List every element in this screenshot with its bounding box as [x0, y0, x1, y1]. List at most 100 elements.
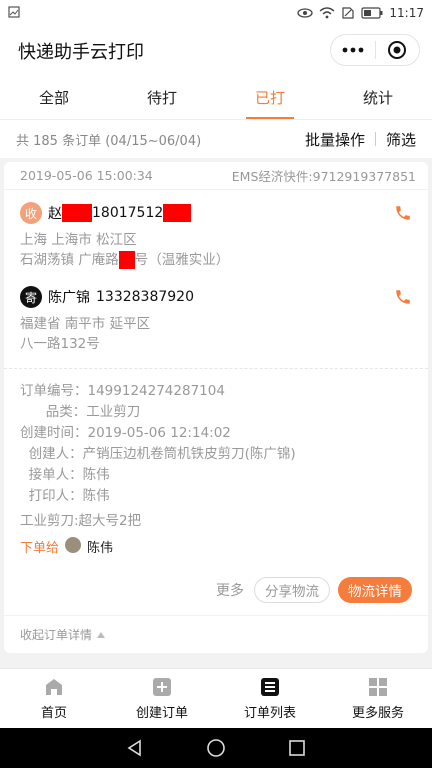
- sender-address-line1: 福建省 南平市 延平区: [20, 316, 151, 332]
- detail-row: 打印人： 陈伟: [20, 486, 412, 507]
- more-button[interactable]: 更多: [216, 580, 244, 600]
- receiver-phone: 18017512: [92, 205, 164, 221]
- tab-all[interactable]: 全部: [0, 76, 108, 119]
- detail-label: 订单编号：: [20, 383, 88, 399]
- sender-tag: 寄: [20, 286, 42, 308]
- app-title: 快递助手云打印: [18, 42, 144, 63]
- tab-pending[interactable]: 待打: [108, 76, 216, 119]
- receiver-user-value: 陈伟: [82, 467, 110, 483]
- order-details: 订单编号： 1499124274287104 品类： 工业剪刀 创建时间： 2019-…: [4, 369, 428, 559]
- collapse-label: 收起订单详情: [20, 628, 93, 642]
- batch-operation-button[interactable]: 批量操作: [305, 129, 365, 150]
- receiver-address-line2: 石湖荡镇 广庵路 号（温雅实业）: [20, 250, 412, 270]
- nav-order-list-label: 订单列表: [243, 706, 296, 721]
- receiver-address: 上海 上海市 松江区 石湖荡镇 广庵路 号（温雅实业）: [20, 230, 412, 270]
- detail-label: 创建时间：: [20, 425, 88, 441]
- summary-actions: 批量操作 筛选: [305, 129, 416, 150]
- order-to-row: 下单给 陈伟: [20, 536, 412, 559]
- detail-label: 品类：: [20, 404, 87, 420]
- mini-program-capsule: [330, 34, 420, 66]
- order-number: 1499124274287104: [87, 383, 225, 399]
- more-menu-button[interactable]: [331, 35, 375, 65]
- nav-home-label: 首页: [40, 706, 67, 721]
- detail-row: 创建时间： 2019-05-06 12:14:02: [20, 423, 412, 444]
- more-dots-icon: [342, 47, 364, 53]
- tab-statistics[interactable]: 统计: [324, 76, 432, 119]
- detail-row: 品类： 工业剪刀: [20, 402, 412, 423]
- detail-row: 接单人： 陈伟: [20, 465, 412, 486]
- image-notification-icon: [8, 5, 20, 18]
- detail-row: 订单编号： 1499124274287104: [20, 381, 412, 402]
- detail-label: 创建人：: [20, 446, 83, 462]
- order-to-label: 下单给: [20, 541, 60, 556]
- sender-phone: 13328387920: [96, 289, 194, 305]
- nav-order-list[interactable]: 订单列表: [216, 669, 324, 728]
- target-close-icon: [388, 41, 407, 59]
- nav-more-services-label: 更多服务: [351, 706, 404, 721]
- status-left: [8, 5, 297, 21]
- detail-label: 打印人：: [20, 488, 83, 504]
- system-navigation-bar: [0, 728, 432, 768]
- receiver-name: 赵: [48, 206, 62, 222]
- order-card-header: 2019-05-06 15:00:34 EMS经济快件:971291937785…: [4, 162, 428, 190]
- tab-printed[interactable]: 已打: [216, 76, 324, 119]
- category-value: 工业剪刀: [86, 404, 141, 420]
- nav-home[interactable]: 首页: [0, 669, 108, 728]
- filter-button[interactable]: 筛选: [386, 129, 416, 150]
- plus-square-icon: [153, 678, 171, 696]
- status-bar: 11:17: [0, 0, 432, 26]
- avatar: [65, 536, 82, 553]
- wifi-icon: [319, 7, 335, 19]
- receiver-section: 收 赵 18017512 上海 上海市 松江区 石湖荡镇 广庵路 号（温雅实业）: [4, 190, 428, 270]
- sender-name: 陈广锦: [48, 290, 90, 306]
- receiver-address-part: 号（温雅实业）: [134, 252, 230, 268]
- logistics-detail-button[interactable]: 物流详情: [338, 577, 412, 603]
- triangle-up-icon: [97, 631, 106, 638]
- detail-label: 接单人：: [20, 467, 83, 483]
- card-divider: [4, 368, 428, 369]
- sender-address: 福建省 南平市 延平区 八一路132号: [20, 314, 412, 354]
- item-note: 工业剪刀:超大号2把: [20, 513, 142, 529]
- nav-more-services[interactable]: 更多服务: [324, 669, 432, 728]
- back-triangle-icon[interactable]: [126, 739, 144, 757]
- home-circle-icon[interactable]: [206, 738, 226, 758]
- recents-square-icon[interactable]: [288, 739, 306, 757]
- status-time: 11:17: [389, 6, 424, 20]
- sender-section: 寄 陈广锦 13328387920 福建省 南平市 延平区 八一路132号: [4, 270, 428, 354]
- receiver-address-part: 石湖荡镇 广庵路: [20, 252, 119, 268]
- creator-value: 产销压边机卷筒机铁皮剪刀(陈广锦): [82, 446, 296, 462]
- grid-icon: [369, 678, 387, 696]
- actions-divider: [374, 132, 376, 146]
- order-datetime: 2019-05-06 15:00:34: [20, 168, 153, 183]
- nav-create-order-label: 创建订单: [135, 706, 188, 721]
- tracking-number[interactable]: EMS经济快件:9712919377851: [232, 166, 416, 185]
- call-receiver-button[interactable]: [394, 204, 412, 226]
- created-time-value: 2019-05-06 12:14:02: [87, 425, 231, 441]
- call-sender-button[interactable]: [394, 288, 412, 310]
- no-sim-icon: [342, 7, 355, 19]
- eye-icon: [297, 8, 314, 18]
- app-bar: 快递助手云打印: [0, 26, 432, 76]
- sender-address-line2: 八一路132号: [20, 336, 100, 352]
- home-icon: [46, 679, 62, 695]
- receiver-tag: 收: [20, 202, 42, 224]
- receiver-address-line1: 上海 上海市 松江区: [20, 232, 137, 248]
- list-icon: [261, 678, 279, 696]
- nav-create-order[interactable]: 创建订单: [108, 669, 216, 728]
- order-actions: 更多 分享物流 物流详情: [4, 559, 428, 615]
- order-to-name: 陈伟: [87, 541, 114, 556]
- summary-bar: 共 185 条订单 (04/15~06/04) 批量操作 筛选: [0, 120, 432, 158]
- printer-user-value: 陈伟: [82, 488, 110, 504]
- status-right: 11:17: [297, 6, 424, 20]
- order-tabs: 全部 待打 已打 统计: [0, 76, 432, 120]
- detail-row: 创建人： 产销压边机卷筒机铁皮剪刀(陈广锦): [20, 444, 412, 465]
- bottom-navigation: 首页 创建订单 订单列表 更多服务: [0, 668, 432, 728]
- redaction-block: [163, 204, 192, 222]
- redaction-block: [62, 204, 92, 222]
- share-logistics-button[interactable]: 分享物流: [254, 577, 330, 603]
- close-mini-program-button[interactable]: [376, 35, 420, 65]
- order-card: 2019-05-06 15:00:34 EMS经济快件:971291937785…: [4, 162, 428, 653]
- collapse-details-button[interactable]: 收起订单详情: [4, 615, 428, 653]
- battery-icon: [361, 7, 383, 19]
- receiver-row: 收 赵 18017512: [20, 202, 412, 224]
